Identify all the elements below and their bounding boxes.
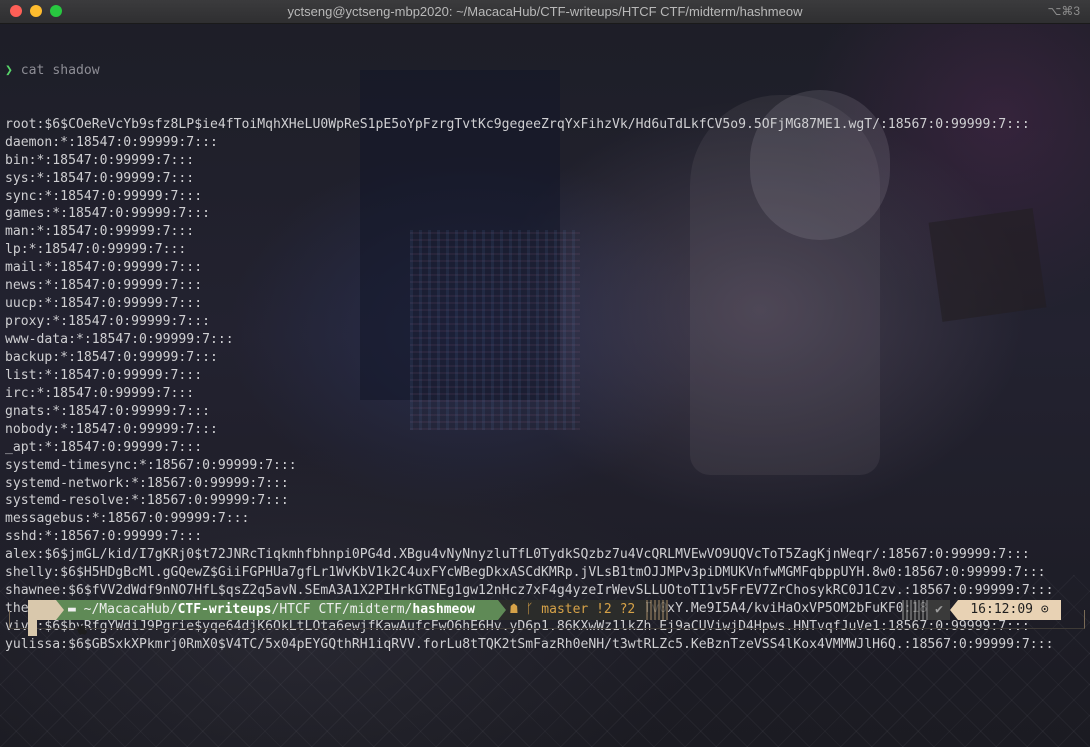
shadow-file-contents: root:$6$COeReVcYb9sfz8LP$ie4fToiMqhXHeLU… <box>5 116 1087 654</box>
shadow-entry: systemd-network:*:18567:0:99999:7::: <box>5 475 289 491</box>
git-branch: master <box>541 602 589 617</box>
github-icon: ☗ <box>510 602 518 617</box>
terminal-window: yctseng@yctseng-mbp2020: ~/MacacaHub/CTF… <box>0 0 1090 747</box>
status-ok-icon: ✔ <box>928 600 950 620</box>
command-text: cat shadow <box>20 62 100 78</box>
prompt-time: 16:12:09 <box>970 602 1033 617</box>
shadow-entry: proxy:*:18547:0:99999:7::: <box>5 314 210 330</box>
segment-separator <box>498 600 506 620</box>
prompt-arrow-icon: ❯ <box>5 62 13 78</box>
path-anchor: CTF-writeups <box>177 602 272 617</box>
shadow-entry: sys:*:18547:0:99999:7::: <box>5 170 195 186</box>
shadow-entry: systemd-timesync:*:18567:0:99999:7::: <box>5 457 297 473</box>
folder-icon: ▬ <box>68 602 84 617</box>
git-status: !2 ?2 <box>596 602 636 617</box>
shadow-entry: shawnee:$6$fVV2dWdf9nNO7HfL$qsZ2q5avN.SE… <box>5 583 1054 599</box>
shadow-entry: backup:*:18547:0:99999:7::: <box>5 349 218 365</box>
segment-separator <box>56 600 64 620</box>
title-bar[interactable]: yctseng@yctseng-mbp2020: ~/MacacaHub/CTF… <box>0 0 1090 24</box>
shadow-entry: _apt:*:18547:0:99999:7::: <box>5 439 203 455</box>
shadow-entry: games:*:18547:0:99999:7::: <box>5 206 210 222</box>
branch-icon: ᚴ <box>525 602 534 617</box>
shadow-entry: uucp:*:18547:0:99999:7::: <box>5 296 203 312</box>
shadow-entry: man:*:18547:0:99999:7::: <box>5 224 195 240</box>
terminal-output[interactable]: ❯ cat shadow root:$6$COeReVcYb9sfz8LP$ie… <box>5 26 1087 690</box>
apple-icon <box>28 600 88 635</box>
path-current-dir: hashmeow <box>412 602 476 617</box>
shadow-entry: mail:*:18547:0:99999:7::: <box>5 260 203 276</box>
shadow-entry: messagebus:*:18567:0:99999:7::: <box>5 511 250 527</box>
shadow-entry: irc:*:18547:0:99999:7::: <box>5 385 195 401</box>
window-shortcut: ⌥⌘3 <box>1047 4 1080 18</box>
shadow-entry: list:*:18547:0:99999:7::: <box>5 367 203 383</box>
shadow-entry: root:$6$COeReVcYb9sfz8LP$ie4fToiMqhXHeLU… <box>5 116 1030 132</box>
shadow-entry: shelly:$6$H5HDgBcMl.gGQewZ$GiiFGPHUa7gfL… <box>5 565 1046 581</box>
window-title: yctseng@yctseng-mbp2020: ~/MacacaHub/CTF… <box>287 4 803 19</box>
shadow-entry: news:*:18547:0:99999:7::: <box>5 278 203 294</box>
path-prefix: ~/MacacaHub/ <box>83 602 178 617</box>
shadow-entry: sync:*:18547:0:99999:7::: <box>5 188 203 204</box>
command-line: ❯ cat shadow <box>5 62 1087 80</box>
shadow-entry: nobody:*:18547:0:99999:7::: <box>5 421 218 437</box>
shadow-entry: bin:*:18547:0:99999:7::: <box>5 152 195 168</box>
shadow-entry: gnats:*:18547:0:99999:7::: <box>5 403 210 419</box>
shadow-entry: alex:$6$jmGL/kid/I7gKRj0$t72JNRcTiqkmhfb… <box>5 547 1030 563</box>
segment-dither <box>902 600 928 620</box>
cursor <box>28 620 37 636</box>
powerline-prompt: ▬ ~/MacacaHub/CTF-writeups/HTCF CTF/midt… <box>0 600 1090 635</box>
shadow-entry: systemd-resolve:*:18567:0:99999:7::: <box>5 493 289 509</box>
shadow-entry: lp:*:18547:0:99999:7::: <box>5 242 187 258</box>
clock-icon: ⊙ <box>1040 602 1049 617</box>
time-segment: 16:12:09 ⊙ <box>958 600 1061 620</box>
shadow-entry: www-data:*:18547:0:99999:7::: <box>5 332 234 347</box>
path-middle: /HTCF CTF/midterm/ <box>271 602 413 617</box>
segment-dither <box>646 600 668 620</box>
shadow-entry: daemon:*:18547:0:99999:7::: <box>5 134 218 150</box>
segment-separator <box>950 600 958 620</box>
cwd-segment: ▬ ~/MacacaHub/CTF-writeups/HTCF CTF/midt… <box>56 600 498 620</box>
shadow-entry: sshd:*:18567:0:99999:7::: <box>5 529 203 545</box>
shadow-entry: yulissa:$6$GBSxkXPkmrj0RmX0$V4TC/5x04pEY… <box>5 636 1054 652</box>
git-segment: ☗ ᚴ master !2 ?2 <box>498 600 646 620</box>
